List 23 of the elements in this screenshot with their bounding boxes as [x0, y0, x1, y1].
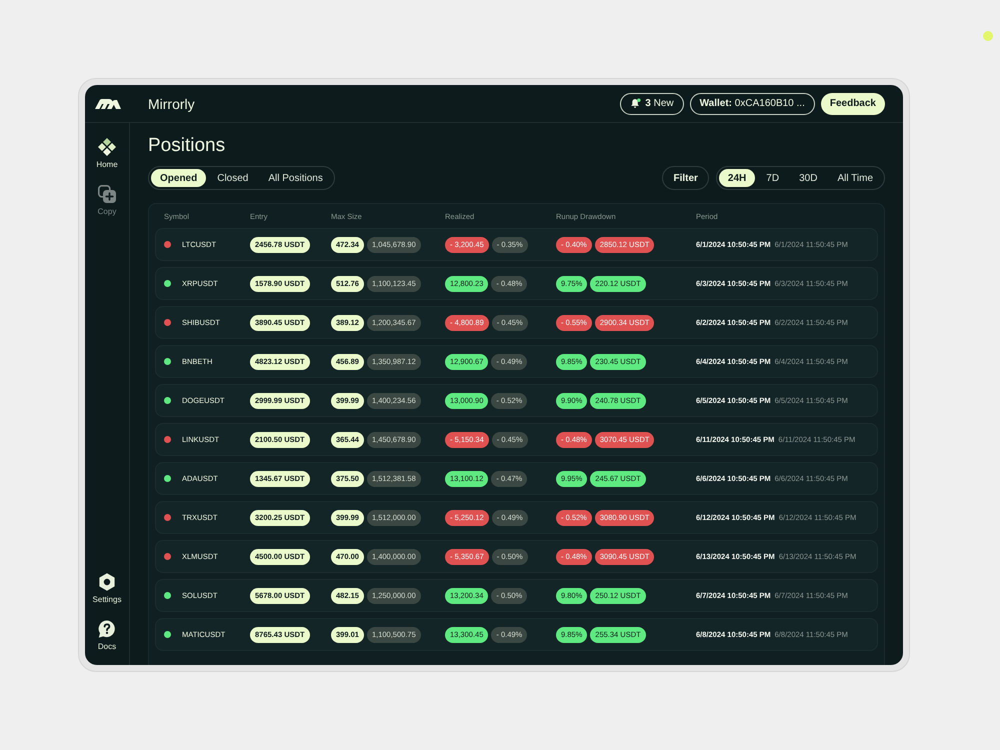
wallet-button[interactable]: Wallet: 0xCA160B10 ... [690, 92, 815, 114]
diamonds-icon [98, 138, 116, 156]
time-range-tab[interactable]: 30D [790, 169, 826, 187]
status-tab[interactable]: Closed [208, 169, 258, 187]
help-bubble-icon [98, 620, 116, 638]
logo-icon [94, 98, 120, 108]
sidebar-item[interactable]: Docs [98, 620, 116, 651]
app-name: Mirrorly [148, 96, 195, 112]
feedback-button[interactable]: Feedback [820, 92, 885, 114]
filter-button[interactable]: Filter [662, 166, 709, 190]
status-tab[interactable]: All Positions [259, 169, 332, 187]
time-range-tab[interactable]: 24H [718, 169, 756, 187]
copy-plus-icon [98, 185, 116, 203]
status-tab[interactable]: Opened [151, 169, 206, 187]
settings-icon [98, 573, 116, 591]
sidebar-item[interactable]: Home [96, 138, 118, 169]
page-title: Positions [148, 135, 226, 157]
dot-icon [983, 31, 993, 41]
sidebar-item[interactable]: Settings [92, 573, 122, 604]
time-range-tab[interactable]: 7D [757, 169, 788, 187]
time-range-tab[interactable]: All Time [828, 169, 882, 187]
bell-icon [630, 98, 642, 109]
notifications-button[interactable]: 3 New [620, 92, 684, 114]
